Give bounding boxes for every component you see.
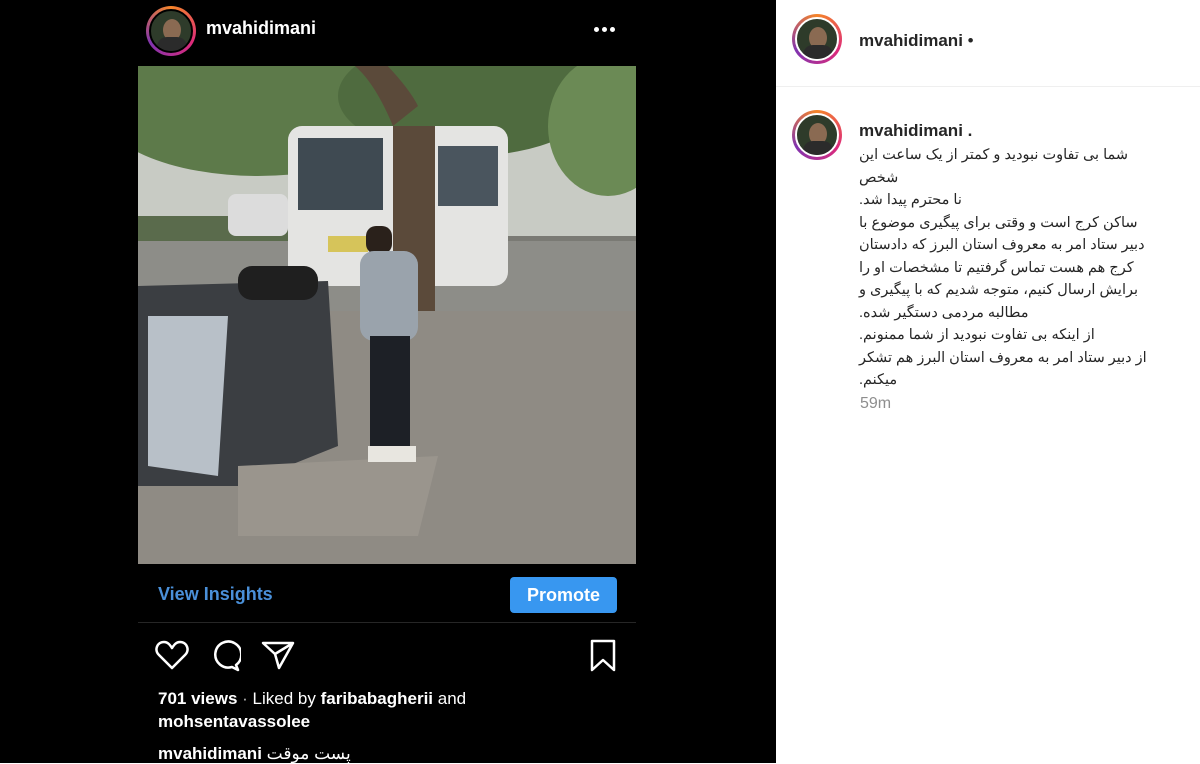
comments-panel: mvahidimani • mvahidimani . شما بی تفاوت… [776,0,1200,763]
separator-dot: · [242,689,248,708]
comment-line: شما بی تفاوت نبودید و کمتر از یک ساعت ای… [859,147,1129,186]
view-insights-link[interactable]: View Insights [158,584,273,605]
comment-line: ساکن کرج است و وقتی برای پیگیری موضوع با [859,214,1138,231]
header-divider [776,86,1200,87]
comment-avatar[interactable] [792,110,842,160]
comment-icon[interactable] [209,640,241,672]
avatar[interactable] [146,6,196,56]
likes-line: 701 views · Liked by faribabagherii and [158,689,466,709]
post-panel: mvahidimani View Insights Promote 701 vi… [0,0,776,763]
divider [138,622,636,623]
comment-line: از اینکه بی تفاوت نبودید از شما ممنونم. [859,327,1095,343]
street-scene-image [138,66,636,564]
share-icon[interactable] [261,640,295,670]
post-username[interactable]: mvahidimani [206,18,316,39]
liked-user-2[interactable]: mohsentavassolee [158,712,310,732]
header-username[interactable]: mvahidimani [859,31,963,50]
comment-body: شما بی تفاوت نبودید و کمتر از یک ساعت ای… [859,144,1171,392]
header-username-line: mvahidimani • [859,31,974,51]
and-label: and [437,689,467,708]
caption-text: پست موقت [266,744,351,763]
views-count[interactable]: 701 views [158,689,237,708]
caption-line: mvahidimani پست موقت [158,744,351,764]
bookmark-icon[interactable] [589,639,617,673]
comment-username[interactable]: mvahidimani . [859,121,972,141]
comment-line: نا محترم پیدا شد. [859,192,962,208]
comment-line: مطالبه مردمی دستگیر شده. [859,304,1029,321]
promote-button[interactable]: Promote [510,577,617,613]
liked-user-1[interactable]: faribabagherii [321,689,433,708]
more-options-icon[interactable] [594,20,620,38]
comment-line: از دبیر ستاد امر به معروف استان البرز هم… [859,349,1147,366]
header-avatar[interactable] [792,14,842,64]
comment-line: برایش ارسال کنیم، متوجه شدیم که با پیگیر… [859,282,1139,298]
caption-username[interactable]: mvahidimani [158,744,262,763]
comment-line: کرج هم هست تماس گرفتیم تا مشخصات او را [859,259,1134,276]
liked-by-label: Liked by [252,689,316,708]
comment-line: میکنم. [859,372,898,388]
header-dot: • [967,31,974,50]
heart-icon[interactable] [155,640,189,670]
comment-line: دبیر ستاد امر به معروف استان البرز که دا… [859,237,1145,253]
post-video[interactable] [138,66,636,564]
comment-timestamp[interactable]: 59m [860,395,891,413]
